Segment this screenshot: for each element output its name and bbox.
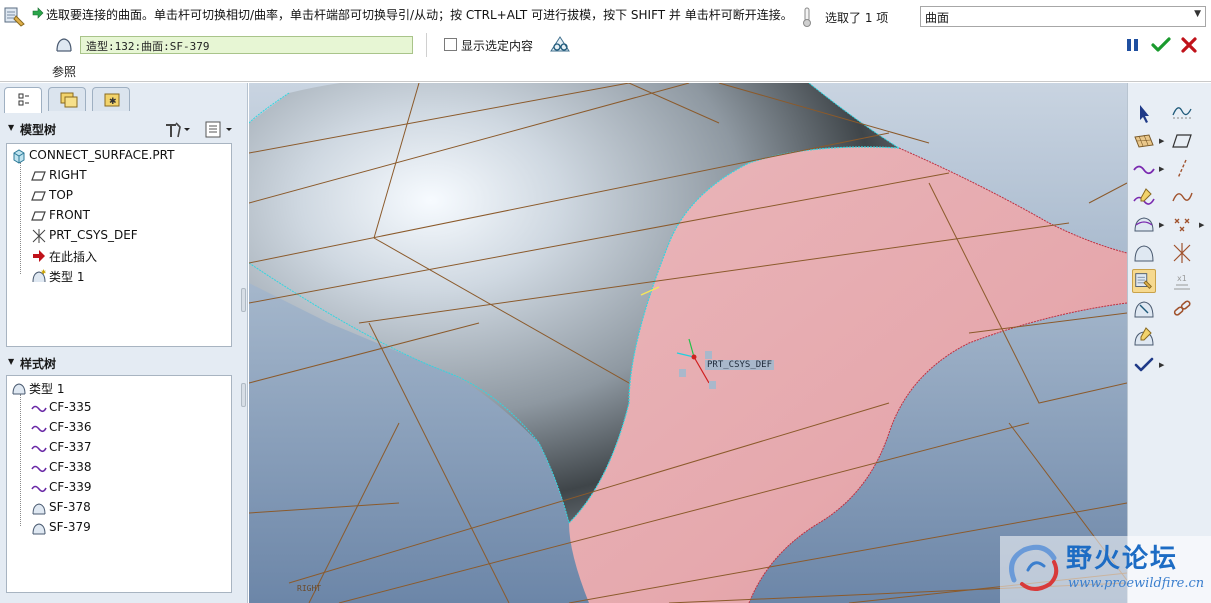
thermometer-icon (803, 7, 811, 27)
svg-text:✱: ✱ (109, 97, 117, 107)
tab-folder-browser[interactable] (48, 87, 86, 111)
csys-label: PRT_CSYS_DEF (705, 360, 775, 370)
boundary-surface-icon[interactable] (1132, 213, 1156, 237)
surface-icon (32, 523, 46, 535)
show-selected-checkbox[interactable] (444, 38, 457, 51)
tree-tools (166, 121, 232, 138)
select-pointer-icon[interactable] (1132, 101, 1156, 125)
datum-plane-icon (31, 191, 46, 201)
datum-point-icon[interactable] (1170, 213, 1194, 237)
filter-value: 曲面 (925, 11, 950, 25)
csys-icon[interactable] (1170, 241, 1194, 265)
curve-icon (31, 405, 47, 413)
chevron-right-icon[interactable]: ▶ (1159, 361, 1164, 369)
style-feature-icon (12, 383, 26, 395)
pause-icon[interactable] (1124, 36, 1142, 54)
surface-trim-icon[interactable] (1132, 297, 1156, 321)
sash-handle[interactable] (241, 383, 246, 407)
chevron-right-icon[interactable]: ▶ (1199, 221, 1204, 229)
settings-tools-icon[interactable] (166, 122, 190, 138)
show-selected-label: 显示选定内容 (461, 39, 534, 53)
plane-label: RIGHT (297, 584, 321, 593)
datum-axis-icon[interactable] (1170, 157, 1194, 181)
surface-reference-icon (56, 38, 72, 52)
prompt-message: 选取要连接的曲面。单击杆可切换相切/曲率，单击杆端部可切换导引/从动；按 CTR… (46, 8, 786, 22)
forum-logo-icon (1009, 544, 1059, 591)
surface-edit-icon[interactable] (1132, 325, 1156, 349)
curve-icon (31, 425, 47, 433)
selection-count: 选取了 1 项 (825, 11, 889, 25)
style-tree-header[interactable]: ▼ 样式树 (6, 353, 234, 373)
datum-plane-icon (31, 171, 46, 181)
preview-glasses-icon[interactable] (548, 33, 572, 55)
curve-icon (31, 465, 47, 473)
close-icon[interactable] (1179, 35, 1199, 55)
style-dashboard: 选取要连接的曲面。单击杆可切换相切/曲率，单击杆端部可切换导引/从动；按 CTR… (0, 0, 1211, 82)
chevron-down-icon: ▼ (1194, 9, 1201, 19)
csys-icon (32, 229, 46, 243)
style-toolbar: ▶ ▶ ▶ ▶ x1 ▶ (1127, 83, 1211, 603)
chevron-right-icon[interactable]: ▶ (1159, 221, 1164, 229)
forum-watermark: 野火论坛 www.proewildfire.cn (1000, 536, 1211, 603)
prompt-arrow-icon (32, 7, 44, 19)
tab-model-tree[interactable] (4, 87, 42, 113)
part-icon (13, 149, 25, 164)
curve-edit-icon[interactable] (1132, 185, 1156, 209)
tree-connector (20, 162, 21, 274)
grid-plane-icon[interactable] (1132, 129, 1156, 153)
sketch-curve-icon[interactable] (1170, 185, 1194, 209)
navigator-panel: ✱ ▼ 模型树 CONNECT_SURFACE.PRT RIGHT TOP FR… (0, 83, 248, 603)
surface-connect-icon[interactable] (1132, 269, 1156, 293)
divider (426, 33, 427, 57)
folder-icon (60, 92, 78, 108)
insert-here-icon (33, 250, 45, 262)
reference-tab[interactable]: 参照 (52, 63, 76, 80)
model-tree-icon (18, 93, 29, 106)
model-tree-title: 模型树 (20, 123, 57, 137)
watermark-title: 野火论坛 (1066, 544, 1179, 574)
style-tree-title: 样式树 (20, 357, 57, 371)
style-tree: 类型 1 CF-335 CF-336 CF-337 CF-338 CF-339 … (6, 375, 232, 593)
favorites-icon: ✱ (104, 93, 120, 107)
surface-icon[interactable] (1132, 241, 1156, 265)
reference-collector[interactable]: 造型:132:曲面:SF-379 (80, 36, 413, 54)
chevron-right-icon[interactable]: ▶ (1159, 137, 1164, 145)
curve-analysis-icon[interactable] (1170, 99, 1194, 123)
tree-connector (20, 394, 21, 526)
checkmark-icon[interactable] (1132, 353, 1156, 377)
svg-text:x1: x1 (1177, 274, 1187, 283)
message-bar: 选取要连接的曲面。单击杆可切换相切/曲率，单击杆端部可切换导引/从动；按 CTR… (30, 0, 1211, 32)
chevron-down-icon[interactable]: ▼ (8, 357, 14, 366)
model-tree-header[interactable]: ▼ 模型树 (6, 119, 234, 139)
model-viewport[interactable]: RIGHT (249, 83, 1127, 603)
chain-link-icon[interactable] (1170, 297, 1194, 321)
datum-plane-icon[interactable] (1170, 129, 1194, 153)
tab-favorites[interactable]: ✱ (92, 87, 130, 111)
graphics-window[interactable]: RIGHT PRT_CSYS_DEF (249, 83, 1127, 603)
style-feature-icon: ✱ (32, 269, 46, 283)
model-tree: CONNECT_SURFACE.PRT RIGHT TOP FRONT PRT_… (6, 143, 232, 347)
surface-icon (32, 503, 46, 515)
selection-filter-dropdown[interactable]: 曲面 ▼ (920, 6, 1206, 27)
watermark-url: www.proewildfire.cn (1068, 576, 1205, 591)
svg-text:✱: ✱ (41, 269, 46, 276)
create-curve-icon[interactable] (1132, 157, 1156, 181)
curve-icon (31, 485, 47, 493)
datum-display-icon[interactable]: x1 (1170, 269, 1194, 293)
chevron-down-icon[interactable]: ▼ (8, 123, 14, 132)
datum-plane-icon (31, 211, 46, 221)
checkmark-icon[interactable] (1151, 35, 1171, 55)
curve-icon (31, 445, 47, 453)
show-options-icon[interactable] (205, 121, 232, 138)
chevron-right-icon[interactable]: ▶ (1159, 165, 1164, 173)
surface-connect-tool-icon (4, 7, 25, 27)
sash-handle[interactable] (241, 288, 246, 312)
